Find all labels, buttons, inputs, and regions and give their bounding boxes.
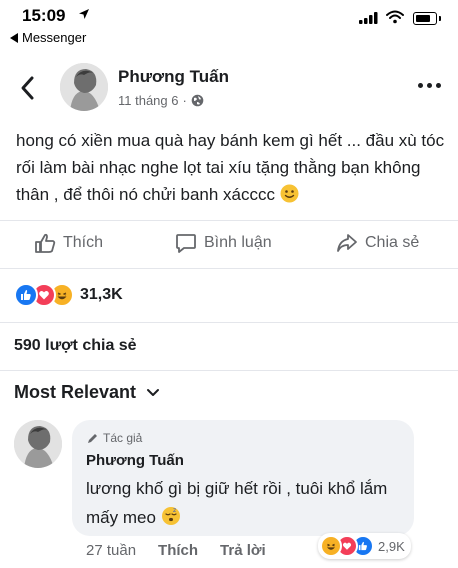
more-options-icon[interactable] <box>418 83 441 88</box>
comment-reaction-count: 2,9K <box>378 538 405 554</box>
post-text-content: hong có xiền mua quà hay bánh kem gì hết… <box>16 131 445 204</box>
divider <box>0 370 458 371</box>
post-author-name[interactable]: Phương Tuấn <box>118 67 229 87</box>
divider <box>0 220 458 221</box>
back-app-label: Messenger <box>22 30 87 45</box>
globe-icon <box>191 94 204 107</box>
like-icon <box>14 283 38 307</box>
author-badge-label: Tác giả <box>103 431 143 445</box>
post-text: hong có xiền mua quà hay bánh kem gì hết… <box>16 127 446 208</box>
comment-bubble-icon <box>176 234 196 253</box>
thumbs-up-icon <box>35 233 56 253</box>
sleepy-emoji-icon: z <box>161 507 180 525</box>
haha-icon <box>320 535 342 557</box>
post-date[interactable]: 11 tháng 6 <box>118 93 178 108</box>
post-meta: 11 tháng 6 · <box>118 93 204 108</box>
comment-reaction-summary[interactable]: 2,9K <box>318 533 411 559</box>
comment-sort-dropdown[interactable]: Most Relevant <box>14 382 160 403</box>
share-count[interactable]: 590 lượt chia sẻ <box>14 337 137 355</box>
chevron-down-icon <box>147 388 160 396</box>
signal-icon <box>359 12 378 24</box>
commenter-name[interactable]: Phương Tuấn <box>86 452 184 469</box>
svg-text:z: z <box>173 507 176 514</box>
avatar-photo <box>60 63 108 111</box>
comment-button[interactable]: Bình luận <box>175 232 272 254</box>
reaction-summary[interactable]: 31,3K <box>14 283 123 307</box>
meta-separator: · <box>182 93 187 108</box>
comment-text: lương khố gì bị giữ hết rồi , tuôi khổ l… <box>86 474 406 532</box>
like-button[interactable]: Thích <box>34 232 103 254</box>
share-arrow-icon <box>337 234 357 252</box>
author-avatar[interactable] <box>60 63 108 111</box>
share-button[interactable]: Chia sẻ <box>336 232 419 254</box>
battery-icon <box>413 12 441 25</box>
divider <box>0 268 458 269</box>
comment-reply-button[interactable]: Trả lời <box>220 542 266 559</box>
back-to-app-link[interactable]: Messenger <box>10 30 86 45</box>
like-label: Thích <box>63 234 104 251</box>
sort-label: Most Relevant <box>14 382 137 402</box>
author-badge: Tác giả <box>86 431 142 445</box>
status-time: 15:09 <box>22 6 66 25</box>
divider <box>0 322 458 323</box>
commenter-avatar[interactable] <box>14 420 62 468</box>
back-chevron-icon[interactable] <box>18 74 38 102</box>
pen-icon <box>88 433 97 443</box>
comment-like-button[interactable]: Thích <box>158 542 198 559</box>
comment-label: Bình luận <box>204 234 272 251</box>
share-label: Chia sẻ <box>365 234 420 251</box>
comment-time: 27 tuần <box>86 542 137 559</box>
comment-actions: 27 tuần Thích Trả lời <box>86 542 266 559</box>
wifi-icon <box>386 10 404 24</box>
comment-text-content: lương khố gì bị giữ hết rồi , tuôi khổ l… <box>86 479 388 527</box>
smile-emoji-icon <box>280 184 299 203</box>
back-triangle-icon <box>10 32 18 43</box>
reaction-count: 31,3K <box>80 286 123 303</box>
avatar-photo <box>14 420 62 468</box>
location-arrow-icon <box>79 9 89 19</box>
